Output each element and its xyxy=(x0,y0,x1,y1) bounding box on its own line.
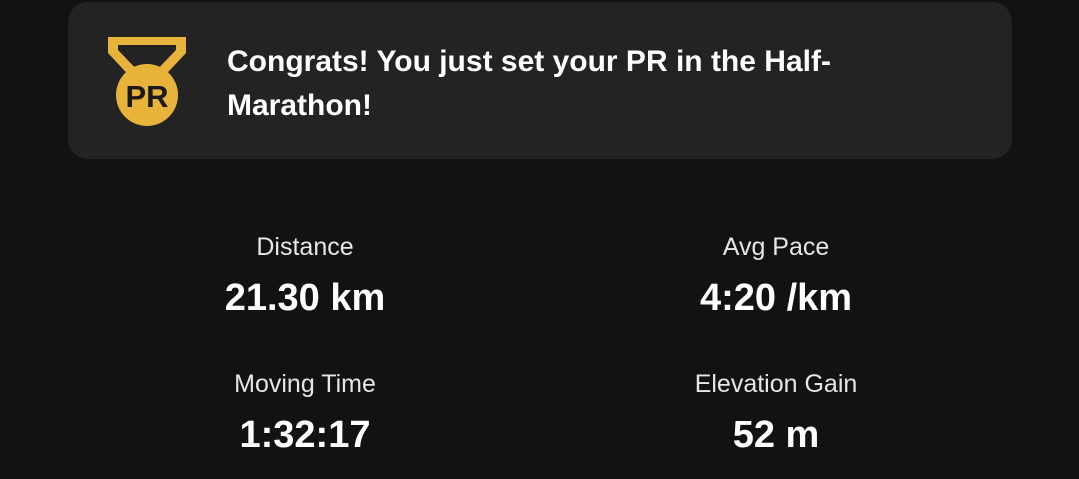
medal-pr-text: PR xyxy=(125,79,168,114)
avg-pace-value: 4:20 /km xyxy=(699,277,853,319)
stat-distance: Distance 21.30 km xyxy=(125,232,485,320)
avg-pace-label: Avg Pace xyxy=(722,233,830,261)
stat-moving-time: Moving Time 1:32:17 xyxy=(125,369,485,457)
medal-icon: PR xyxy=(108,37,186,126)
stat-avg-pace: Avg Pace 4:20 /km xyxy=(596,232,956,320)
moving-time-label: Moving Time xyxy=(234,370,376,398)
moving-time-value: 1:32:17 xyxy=(239,414,371,456)
distance-value: 21.30 km xyxy=(224,277,386,319)
pr-banner: PR Congrats! You just set your PR in the… xyxy=(68,2,1012,159)
stat-elevation-gain: Elevation Gain 52 m xyxy=(596,369,956,457)
distance-label: Distance xyxy=(256,233,354,261)
pr-message: Congrats! You just set your PR in the Ha… xyxy=(227,45,831,122)
elevation-gain-label: Elevation Gain xyxy=(694,370,858,398)
elevation-gain-value: 52 m xyxy=(732,414,820,456)
